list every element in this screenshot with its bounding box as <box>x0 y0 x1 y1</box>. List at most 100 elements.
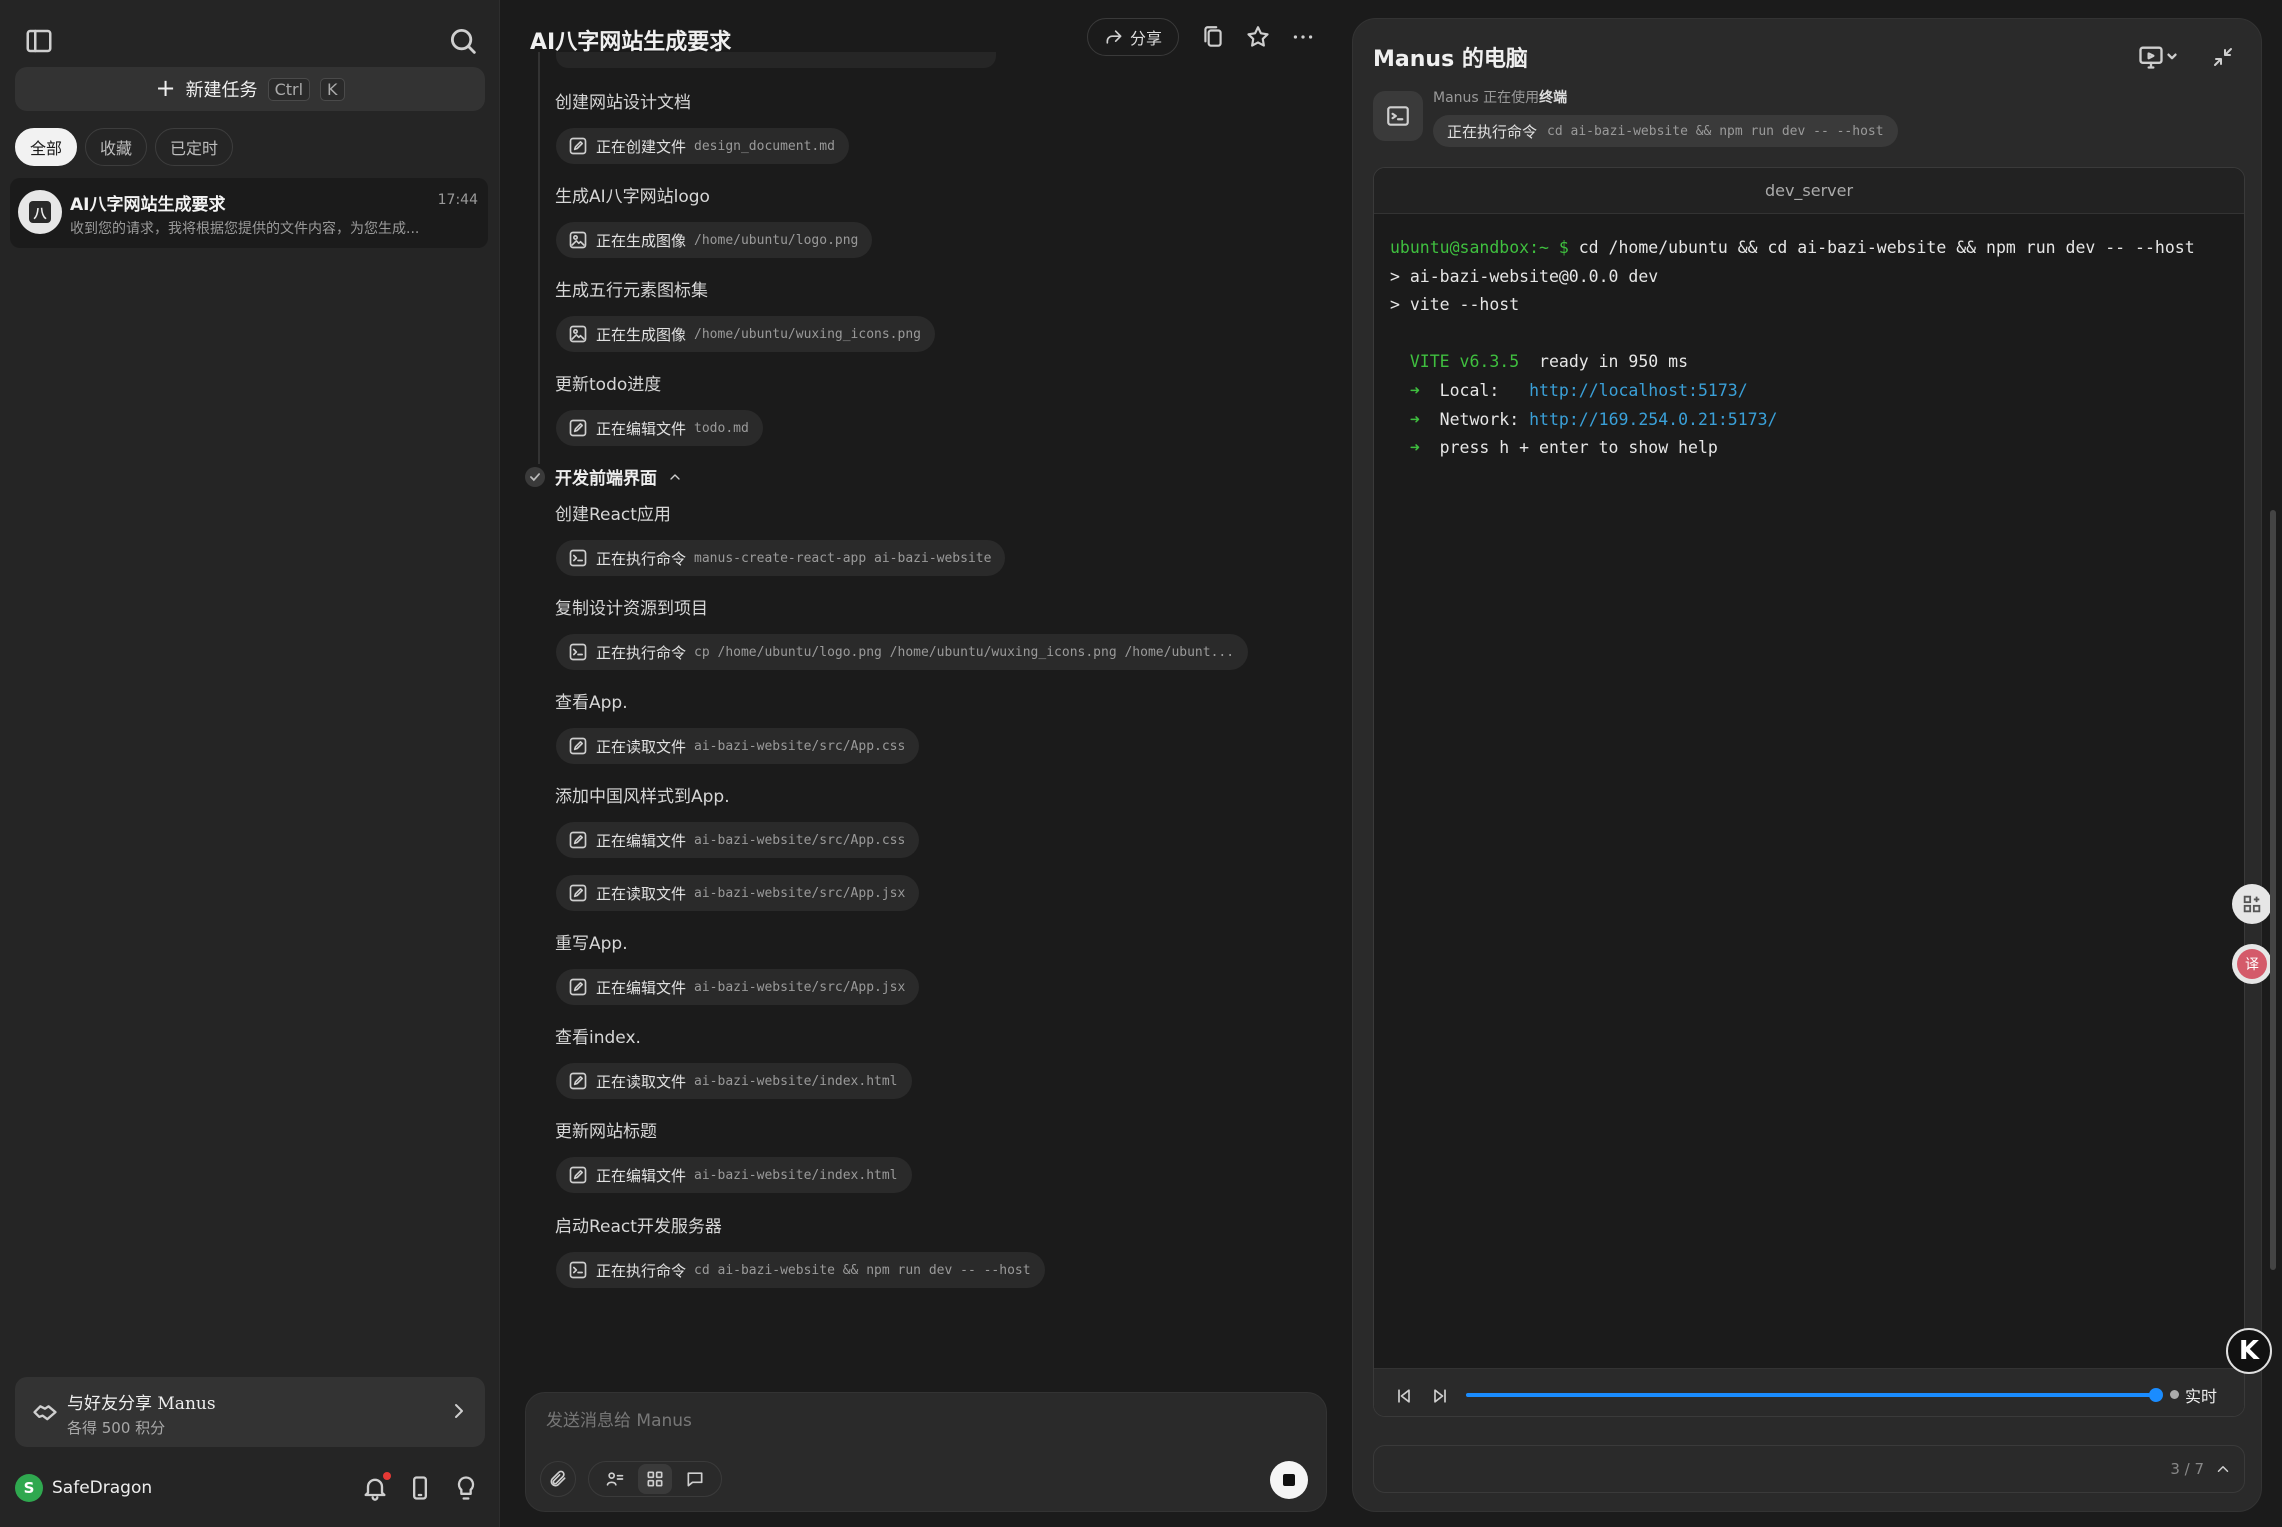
tool-pill[interactable]: 正在编辑文件 ai-bazi-website/index.html <box>556 1157 912 1193</box>
step-title: 创建React应用 <box>555 505 671 525</box>
tool-pill[interactable]: 正在读取文件 ai-bazi-website/src/App.jsx <box>556 875 920 911</box>
image-icon <box>569 231 587 249</box>
step-navigator[interactable]: 3 / 7 <box>1373 1445 2245 1493</box>
tool-pill-arg: ai-bazi-website/src/App.jsx <box>694 979 906 995</box>
edit-icon <box>569 1166 587 1184</box>
handshake-icon <box>31 1397 59 1425</box>
user-name[interactable]: SafeDragon <box>52 1478 152 1498</box>
step-title: 添加中国风样式到App. <box>555 787 730 807</box>
progress-fill <box>1466 1393 2156 1397</box>
tool-pill-label: 正在生成图像 <box>596 231 687 250</box>
tool-pill[interactable]: 正在编辑文件 ai-bazi-website/src/App.jsx <box>556 969 920 1005</box>
progress-knob[interactable] <box>2149 1388 2163 1402</box>
tool-pill-label: 正在执行命令 <box>596 1261 687 1280</box>
step-title: 启动React开发服务器 <box>555 1217 722 1237</box>
image-icon <box>569 325 587 343</box>
chat-icon[interactable] <box>678 1464 712 1494</box>
copy-icon[interactable] <box>1200 24 1226 50</box>
edit-icon <box>569 1072 587 1090</box>
notification-dot <box>383 1472 391 1480</box>
share-manus-card[interactable]: 与好友分享 Manus 各得 500 积分 <box>15 1377 485 1447</box>
skip-back-icon[interactable] <box>1394 1386 1414 1406</box>
extension-icon[interactable] <box>2232 884 2272 924</box>
filter-favorites[interactable]: 收藏 <box>85 128 148 166</box>
tool-pill[interactable]: 正在执行命令 cp /home/ubuntu/logo.png /home/ub… <box>556 634 1249 670</box>
tool-pill-label: 正在编辑文件 <box>596 419 687 438</box>
step-title: 查看App. <box>555 693 628 713</box>
terminal-title: dev_server <box>1374 168 2244 214</box>
tool-pill-arg: ai-bazi-website/index.html <box>694 1167 898 1183</box>
edit-icon <box>569 419 587 437</box>
arrow-icon: ➜ <box>1409 380 1420 400</box>
filter-scheduled[interactable]: 已定时 <box>155 128 234 166</box>
step-title: 复制设计资源到项目 <box>555 599 708 619</box>
tool-pill-label: 正在编辑文件 <box>596 831 687 850</box>
share-subtitle: 各得 500 积分 <box>67 1419 166 1437</box>
collapse-icon[interactable] <box>2211 45 2235 69</box>
share-title: 与好友分享 Manus <box>67 1394 216 1414</box>
stop-button[interactable] <box>1270 1461 1308 1499</box>
tool-pill-arg: /home/ubuntu/wuxing_icons.png <box>694 326 921 342</box>
search-icon[interactable] <box>446 24 480 58</box>
tool-pill[interactable]: 正在生成图像 /home/ubuntu/logo.png <box>556 222 873 258</box>
arrow-icon: ➜ <box>1409 438 1420 458</box>
step-title: 查看index. <box>555 1028 641 1048</box>
tool-pill[interactable]: 正在生成图像 /home/ubuntu/wuxing_icons.png <box>556 316 935 352</box>
live-button[interactable]: 实时 <box>2185 1383 2217 1407</box>
tool-pill[interactable]: 正在执行命令 cd ai-bazi-website && npm run dev… <box>556 1252 1045 1288</box>
edit-icon <box>569 737 587 755</box>
tool-pill-label: 正在读取文件 <box>596 737 687 756</box>
more-icon[interactable] <box>1290 24 1316 50</box>
replay-controls: 实时 <box>1374 1368 2244 1416</box>
monitor-icon[interactable] <box>2137 43 2179 71</box>
new-task-button[interactable]: + 新建任务 Ctrl K <box>15 67 485 111</box>
lightbulb-icon[interactable] <box>452 1474 480 1502</box>
edit-icon <box>569 831 587 849</box>
edit-icon <box>569 137 587 155</box>
local-url-link[interactable]: http://localhost:5173/ <box>1529 381 1748 400</box>
tool-pill[interactable]: 正在编辑文件 ai-bazi-website/src/App.css <box>556 822 920 858</box>
chat-panel: AI八字网站生成要求 分享 创建网站设计文档 正在创建文件 design_doc… <box>501 0 1351 1527</box>
scrollbar[interactable] <box>2270 510 2276 1270</box>
tool-status-prefix: Manus 正在使用 <box>1433 90 1540 106</box>
terminal-prompt: ubuntu@sandbox:~ $ <box>1390 238 1569 257</box>
apps-icon[interactable] <box>638 1464 672 1494</box>
tool-pill-arg: todo.md <box>694 420 749 436</box>
scrolled-pill-remnant <box>556 52 996 68</box>
skip-forward-icon[interactable] <box>1430 1386 1450 1406</box>
sidebar-toggle-icon[interactable] <box>24 26 54 56</box>
current-command-arg: cd ai-bazi-website && npm run dev -- --h… <box>1547 123 1884 139</box>
vite-ready: ready in 950 ms <box>1519 352 1689 372</box>
agent-mode-icon[interactable] <box>598 1464 632 1494</box>
task-time: 17:44 <box>437 192 478 208</box>
tool-pill[interactable]: 正在执行命令 manus-create-react-app ai-bazi-we… <box>556 540 1006 576</box>
arrow-icon: ➜ <box>1409 409 1420 429</box>
paperclip-icon[interactable] <box>540 1461 576 1497</box>
translate-icon[interactable]: 译 <box>2232 944 2272 984</box>
progress-track[interactable] <box>1466 1388 2163 1402</box>
section-header[interactable]: 开发前端界面 <box>525 464 683 489</box>
chevron-up-icon[interactable] <box>2214 1460 2232 1478</box>
user-avatar[interactable]: S <box>15 1474 43 1502</box>
filter-all[interactable]: 全部 <box>15 128 78 166</box>
timeline-line <box>538 52 540 464</box>
message-input[interactable] <box>546 1411 1146 1431</box>
edit-icon <box>569 884 587 902</box>
tool-pill-arg: ai-bazi-website/src/App.jsx <box>694 885 906 901</box>
star-icon[interactable] <box>1245 24 1271 50</box>
tool-pill-label: 正在读取文件 <box>596 1072 687 1091</box>
task-list-item[interactable]: 八 AI八字网站生成要求 17:44 收到您的请求，我将根据您提供的文件内容，为… <box>10 178 488 248</box>
tool-pill[interactable]: 正在读取文件 ai-bazi-website/index.html <box>556 1063 912 1099</box>
terminal-command: cd /home/ubuntu && cd ai-bazi-website &&… <box>1568 238 2195 257</box>
k-extension-badge[interactable]: K <box>2226 1328 2272 1374</box>
network-url-link[interactable]: http://169.254.0.21:5173/ <box>1529 410 1777 429</box>
terminal-window: dev_server ubuntu@sandbox:~ $ cd /home/u… <box>1373 167 2245 1417</box>
step-title: 更新网站标题 <box>555 1122 657 1142</box>
phone-icon[interactable] <box>406 1474 434 1502</box>
tool-pill[interactable]: 正在读取文件 ai-bazi-website/src/App.css <box>556 728 920 764</box>
tool-pill[interactable]: 正在创建文件 design_document.md <box>556 128 849 164</box>
stop-icon <box>1283 1474 1295 1486</box>
tool-pill-arg: design_document.md <box>694 138 835 154</box>
share-button[interactable]: 分享 <box>1087 18 1179 56</box>
tool-pill[interactable]: 正在编辑文件 todo.md <box>556 410 763 446</box>
